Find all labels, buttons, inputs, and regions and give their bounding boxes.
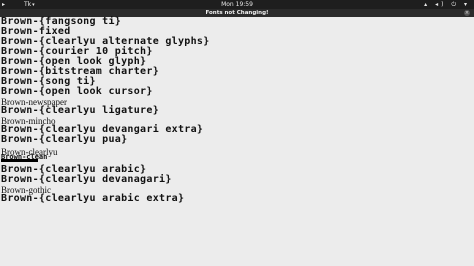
terminal-output: Brown-{fangsong ti} Brown-fixed Brown-{c… [0,17,474,266]
terminal-line: Brown-{clearlyu devanagari} [1,174,172,185]
terminal-cursor [1,159,38,162]
clock[interactable]: Mon 19:59 [0,0,474,9]
terminal-line: Brown-{clearlyu arabic extra} [1,193,185,204]
terminal-line: Brown-{clearlyu pua} [1,134,128,145]
system-top-bar: ▸ Tk▾ Mon 19:59 ▴ ◂) ⏻ ▾ [0,0,474,9]
close-icon[interactable]: × [464,10,470,16]
window-title: Fonts not Changing! [205,10,269,16]
terminal-line: Brown-{clearlyu ligature} [1,105,160,116]
terminal-line: Brown-{open look cursor} [1,86,153,97]
status-menu-icons[interactable]: ▴ ◂) ⏻ ▾ [424,0,470,9]
